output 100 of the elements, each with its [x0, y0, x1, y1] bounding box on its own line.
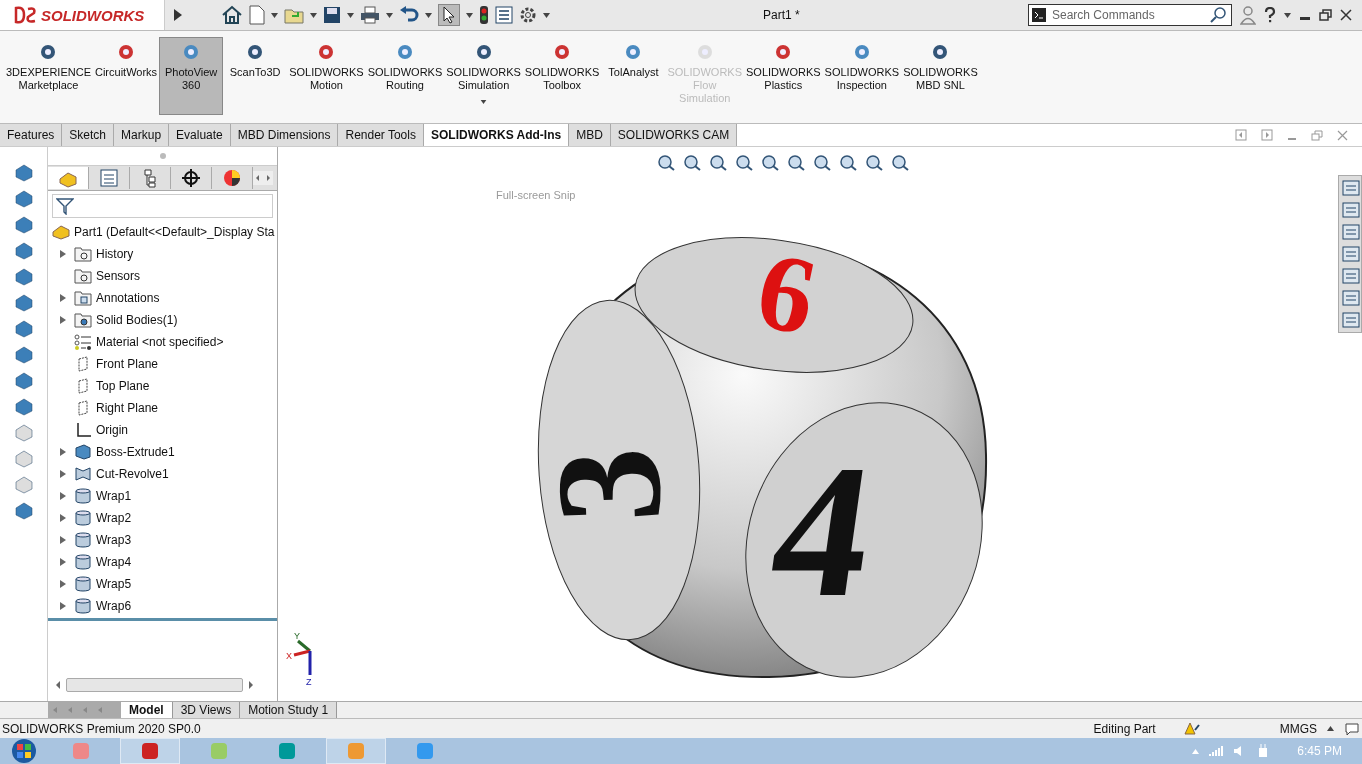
tree-item[interactable]: Part1 (Default<<Default>_Display Sta	[74, 225, 275, 239]
command-button[interactable]: SOLIDWORKS MBD SNL	[901, 38, 980, 108]
tree-item[interactable]: Wrap2	[96, 511, 132, 525]
expand-arrow-icon[interactable]	[60, 580, 66, 588]
tree-item[interactable]: Wrap4	[96, 555, 132, 569]
filter-icon[interactable]	[56, 197, 74, 215]
caret-icon[interactable]	[386, 12, 393, 18]
caret-icon[interactable]	[347, 12, 354, 18]
ribbon-tab[interactable]: MBD Dimensions	[230, 124, 339, 146]
feature-tool-icon[interactable]	[13, 241, 34, 261]
feature-tool-icon[interactable]	[13, 397, 34, 417]
feature-tool-icon[interactable]	[13, 319, 34, 339]
feature-tool-icon[interactable]	[13, 293, 34, 313]
tree-item[interactable]: Right Plane	[96, 401, 159, 415]
feature-tool-icon[interactable]	[13, 345, 34, 365]
tree-item[interactable]: History	[96, 247, 134, 261]
close-icon[interactable]	[1340, 9, 1352, 21]
ribbon-tab[interactable]: Evaluate	[169, 124, 231, 146]
expand-arrow-icon[interactable]	[60, 602, 66, 610]
scroll-right-icon[interactable]	[247, 680, 255, 690]
caret-icon[interactable]	[466, 12, 473, 18]
ribbon-tab[interactable]: SOLIDWORKS CAM	[610, 124, 738, 146]
tree-item[interactable]: Wrap1	[96, 489, 132, 503]
command-button[interactable]: SOLIDWORKS Motion	[287, 38, 366, 108]
caret-icon[interactable]	[425, 12, 432, 18]
zoom-fit-icon[interactable]	[656, 153, 676, 171]
tree-item[interactable]: Wrap3	[96, 533, 132, 547]
feature-tool-icon[interactable]	[13, 267, 34, 287]
scroll-right-icon[interactable]	[263, 171, 273, 185]
ribbon-tab[interactable]: Render Tools	[338, 124, 424, 146]
feature-tool-icon[interactable]	[13, 501, 34, 521]
bottom-tab[interactable]: Motion Study 1	[240, 702, 338, 718]
feature-tool-icon[interactable]	[13, 163, 34, 183]
command-button[interactable]: ScanTo3D	[223, 38, 288, 108]
feature-tool-icon[interactable]	[13, 189, 34, 209]
scroll-left-icon[interactable]	[253, 171, 263, 185]
command-button[interactable]: SOLIDWORKS Plastics	[744, 38, 823, 108]
undo-icon[interactable]	[399, 6, 419, 24]
print-icon[interactable]	[360, 6, 380, 24]
command-button[interactable]: SOLIDWORKS Simulation	[444, 38, 523, 108]
command-button[interactable]: SOLIDWORKS Toolbox	[522, 38, 602, 108]
ribbon-tab[interactable]: Markup	[114, 124, 170, 146]
help-icon[interactable]	[1264, 7, 1276, 23]
search-bar[interactable]: Search Commands	[1028, 4, 1232, 26]
settings-icon[interactable]	[519, 6, 537, 24]
caret-icon[interactable]	[1284, 12, 1291, 18]
tree-item[interactable]: Boss-Extrude1	[96, 445, 175, 459]
expand-arrow-icon[interactable]	[60, 514, 66, 522]
bottom-tab[interactable]: Model	[121, 702, 173, 718]
expand-arrow-icon[interactable]	[60, 294, 66, 302]
caret-up-icon[interactable]	[1327, 726, 1334, 731]
command-button[interactable]: SOLIDWORKS Routing	[365, 38, 445, 108]
expand-arrow-icon[interactable]	[60, 492, 66, 500]
tree-item[interactable]: Front Plane	[96, 357, 159, 371]
new-document-icon[interactable]	[249, 5, 265, 25]
save-icon[interactable]	[323, 6, 341, 24]
caret-icon[interactable]	[271, 12, 278, 18]
tree-item[interactable]: Annotations	[96, 291, 160, 305]
expand-arrow-icon[interactable]	[60, 558, 66, 566]
rebuild-warning-icon[interactable]	[1183, 721, 1200, 736]
tile-right-icon[interactable]	[1261, 129, 1273, 141]
expand-arrow-icon[interactable]	[173, 8, 183, 22]
list-icon[interactable]	[1341, 288, 1361, 308]
ribbon-tab[interactable]: Features	[0, 124, 63, 146]
command-button[interactable]: CircuitWorks	[93, 38, 160, 108]
traffic-light-icon[interactable]	[479, 5, 489, 25]
scrollbar-thumb[interactable]	[66, 678, 243, 692]
expand-arrow-icon[interactable]	[60, 470, 66, 478]
ribbon-tab[interactable]: MBD	[569, 124, 611, 146]
tree-item[interactable]: Wrap6	[96, 599, 132, 613]
tree-item[interactable]: Wrap5	[96, 577, 132, 591]
restore-icon[interactable]	[1319, 9, 1332, 21]
search-icon[interactable]	[1210, 7, 1228, 23]
expand-arrow-icon[interactable]	[60, 316, 66, 324]
scroll-left-icon[interactable]	[54, 680, 62, 690]
expand-arrow-icon[interactable]	[60, 448, 66, 456]
bottom-tab[interactable]: 3D Views	[172, 702, 241, 718]
tree-item[interactable]: Sensors	[96, 269, 141, 283]
expand-arrow-icon[interactable]	[60, 250, 66, 258]
tree-item[interactable]: Cut-Revolve1	[96, 467, 169, 481]
tree-item[interactable]: Top Plane	[96, 379, 150, 393]
caret-icon[interactable]	[543, 12, 550, 18]
part-icon[interactable]	[48, 167, 89, 189]
tree-item[interactable]: Solid Bodies(1)	[96, 313, 178, 327]
unit-system-selector[interactable]: MMGS	[1279, 721, 1317, 736]
tile-left-icon[interactable]	[1235, 129, 1247, 141]
filter-field[interactable]	[52, 194, 273, 218]
user-icon[interactable]	[1240, 5, 1256, 25]
command-button[interactable]: TolAnalyst	[601, 38, 666, 108]
feature-tool-icon[interactable]	[13, 371, 34, 391]
chat-bubble-icon[interactable]	[1344, 721, 1360, 736]
expand-arrow-icon[interactable]	[60, 536, 66, 544]
options-list-icon[interactable]	[495, 6, 513, 24]
tree-item[interactable]: Material <not specified>	[96, 335, 224, 349]
zoom-area-icon[interactable]	[682, 153, 702, 171]
caret-icon[interactable]	[310, 12, 317, 18]
command-button[interactable]: 3DEXPERIENCE Marketplace	[4, 38, 93, 108]
caret-icon[interactable]	[480, 100, 488, 104]
ribbon-tab[interactable]: Sketch	[62, 124, 115, 146]
command-button[interactable]: SOLIDWORKS Inspection	[822, 38, 902, 108]
